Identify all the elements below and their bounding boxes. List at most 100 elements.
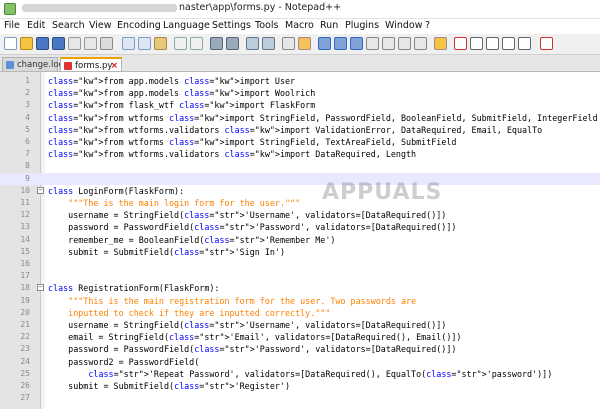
menu-bar: File Edit Search View Encoding Language … bbox=[0, 19, 600, 33]
find-icon[interactable] bbox=[210, 37, 223, 50]
undo-icon[interactable] bbox=[174, 37, 187, 50]
line-number: 6 bbox=[25, 137, 30, 146]
indent-guide-icon[interactable] bbox=[350, 37, 363, 50]
code-line: 22 email = StringField(class="str">'Emai… bbox=[0, 331, 600, 343]
code-line: 27 bbox=[0, 392, 600, 404]
run-macro-multiple-icon[interactable] bbox=[502, 37, 515, 50]
code-text: """This is the main registration form fo… bbox=[48, 295, 417, 306]
save-macro-icon[interactable] bbox=[518, 37, 531, 50]
code-line: 21 username = StringField(class="str">'U… bbox=[0, 319, 600, 331]
code-line: 10 class LoginForm(FlaskForm): − bbox=[0, 185, 600, 197]
code-text: username = StringField(class="str">'User… bbox=[48, 320, 447, 330]
code-text: email = StringField(class="str">'Email',… bbox=[48, 332, 462, 343]
zoom-out-icon[interactable] bbox=[262, 37, 275, 50]
code-text: submit = SubmitField(class="str">'Regist… bbox=[48, 381, 291, 391]
menu-encoding[interactable]: Encoding bbox=[117, 20, 161, 31]
line-number: 14 bbox=[20, 234, 30, 244]
close-all-icon[interactable] bbox=[84, 37, 97, 50]
menu-language[interactable]: Language bbox=[163, 20, 210, 31]
word-wrap-icon[interactable] bbox=[318, 37, 331, 50]
menu-window[interactable]: Window bbox=[385, 20, 422, 31]
line-number: 20 bbox=[20, 307, 30, 317]
code-text: class="kw">from app.models class="kw">im… bbox=[48, 88, 316, 99]
line-number: 19 bbox=[20, 295, 30, 305]
tab-bar: change.log forms.py × bbox=[0, 55, 600, 72]
show-all-chars-icon[interactable] bbox=[334, 37, 347, 50]
tab-label: change.log bbox=[17, 60, 64, 70]
menu-settings[interactable]: Settings bbox=[212, 20, 251, 31]
code-text: class="kw">from wtforms.validators class… bbox=[48, 149, 417, 160]
cut-icon[interactable] bbox=[122, 37, 135, 50]
code-text: class="kw">from app.models class="kw">im… bbox=[48, 76, 296, 86]
fold-toggle-icon[interactable]: − bbox=[37, 284, 44, 292]
copy-icon[interactable] bbox=[138, 37, 151, 50]
code-line: 2 class="kw">from app.models class="kw">i… bbox=[0, 87, 600, 99]
code-line: 26 submit = SubmitField(class="str">'Reg… bbox=[0, 380, 600, 392]
modified-file-icon bbox=[64, 62, 72, 70]
close-file-icon[interactable] bbox=[68, 37, 81, 50]
save-icon[interactable] bbox=[36, 37, 49, 50]
sync-horizontal-icon[interactable] bbox=[298, 37, 311, 50]
spell-check-icon[interactable] bbox=[540, 37, 553, 50]
menu-help[interactable]: ? bbox=[425, 20, 430, 31]
tab-label: forms.py bbox=[75, 61, 113, 71]
sync-vertical-icon[interactable] bbox=[282, 37, 295, 50]
window-title-text: naster\app\forms.py - Notepad++ bbox=[179, 2, 342, 13]
record-macro-icon[interactable] bbox=[454, 37, 467, 50]
code-line: 18 class RegistrationForm(FlaskForm): − bbox=[0, 282, 600, 294]
function-list-icon[interactable] bbox=[398, 37, 411, 50]
doc-map-icon[interactable] bbox=[382, 37, 395, 50]
line-number: 15 bbox=[20, 246, 30, 256]
zoom-in-icon[interactable] bbox=[246, 37, 259, 50]
save-all-icon[interactable] bbox=[52, 37, 65, 50]
code-editor[interactable]: 1 class="kw">from app.models class="kw">i… bbox=[0, 72, 600, 409]
tab-change-log[interactable]: change.log bbox=[2, 57, 64, 71]
code-line: 5 class="kw">from wtforms.validators clas… bbox=[0, 124, 600, 136]
line-number: 3 bbox=[25, 100, 30, 110]
menu-run[interactable]: Run bbox=[320, 20, 338, 31]
line-number: 4 bbox=[25, 112, 30, 122]
line-number: 7 bbox=[25, 149, 30, 159]
line-number: 10 bbox=[20, 185, 30, 195]
paste-icon[interactable] bbox=[154, 37, 167, 50]
code-text: class="kw">from wtforms class="kw">impor… bbox=[48, 137, 457, 147]
line-number: 9 bbox=[25, 173, 30, 183]
line-number: 2 bbox=[25, 88, 30, 98]
redo-icon[interactable] bbox=[190, 37, 203, 50]
code-line: 19 """This is the main registration form… bbox=[0, 295, 600, 307]
menu-view[interactable]: View bbox=[89, 20, 112, 31]
menu-search[interactable]: Search bbox=[52, 20, 85, 31]
menu-plugins[interactable]: Plugins bbox=[345, 20, 379, 31]
line-number: 25 bbox=[20, 368, 30, 378]
file-icon bbox=[6, 61, 14, 69]
folder-workspace-icon[interactable] bbox=[414, 37, 427, 50]
open-file-icon[interactable] bbox=[20, 37, 33, 50]
language-icon[interactable] bbox=[366, 37, 379, 50]
line-number: 23 bbox=[20, 344, 30, 354]
new-file-icon[interactable] bbox=[4, 37, 17, 50]
line-number: 12 bbox=[20, 210, 30, 220]
line-number: 13 bbox=[20, 222, 30, 232]
fold-toggle-icon[interactable]: − bbox=[37, 186, 44, 194]
monitoring-icon[interactable] bbox=[434, 37, 447, 50]
line-number: 18 bbox=[20, 283, 30, 293]
close-tab-icon[interactable]: × bbox=[110, 59, 118, 73]
menu-tools[interactable]: Tools bbox=[255, 20, 278, 31]
code-text: password = PasswordField(class="str">'Pa… bbox=[48, 222, 457, 233]
stop-macro-icon[interactable] bbox=[470, 37, 483, 50]
line-number: 11 bbox=[20, 198, 30, 207]
print-icon[interactable] bbox=[100, 37, 113, 50]
code-line: 6 class="kw">from wtforms class="kw">impo… bbox=[0, 136, 600, 148]
play-macro-icon[interactable] bbox=[486, 37, 499, 50]
replace-icon[interactable] bbox=[226, 37, 239, 50]
code-line: 12 username = StringField(class="str">'U… bbox=[0, 209, 600, 221]
menu-file[interactable]: File bbox=[4, 20, 20, 31]
line-number: 22 bbox=[20, 332, 30, 342]
code-text: inputted to check if they are inputted c… bbox=[48, 307, 331, 318]
menu-edit[interactable]: Edit bbox=[27, 20, 45, 31]
tab-forms-py[interactable]: forms.py × bbox=[60, 57, 122, 71]
line-number: 1 bbox=[25, 76, 30, 85]
code-line: 3 class="kw">from flask_wtf class="kw">im… bbox=[0, 99, 600, 111]
menu-macro[interactable]: Macro bbox=[285, 20, 314, 31]
code-text: class RegistrationForm(FlaskForm): bbox=[48, 283, 220, 294]
